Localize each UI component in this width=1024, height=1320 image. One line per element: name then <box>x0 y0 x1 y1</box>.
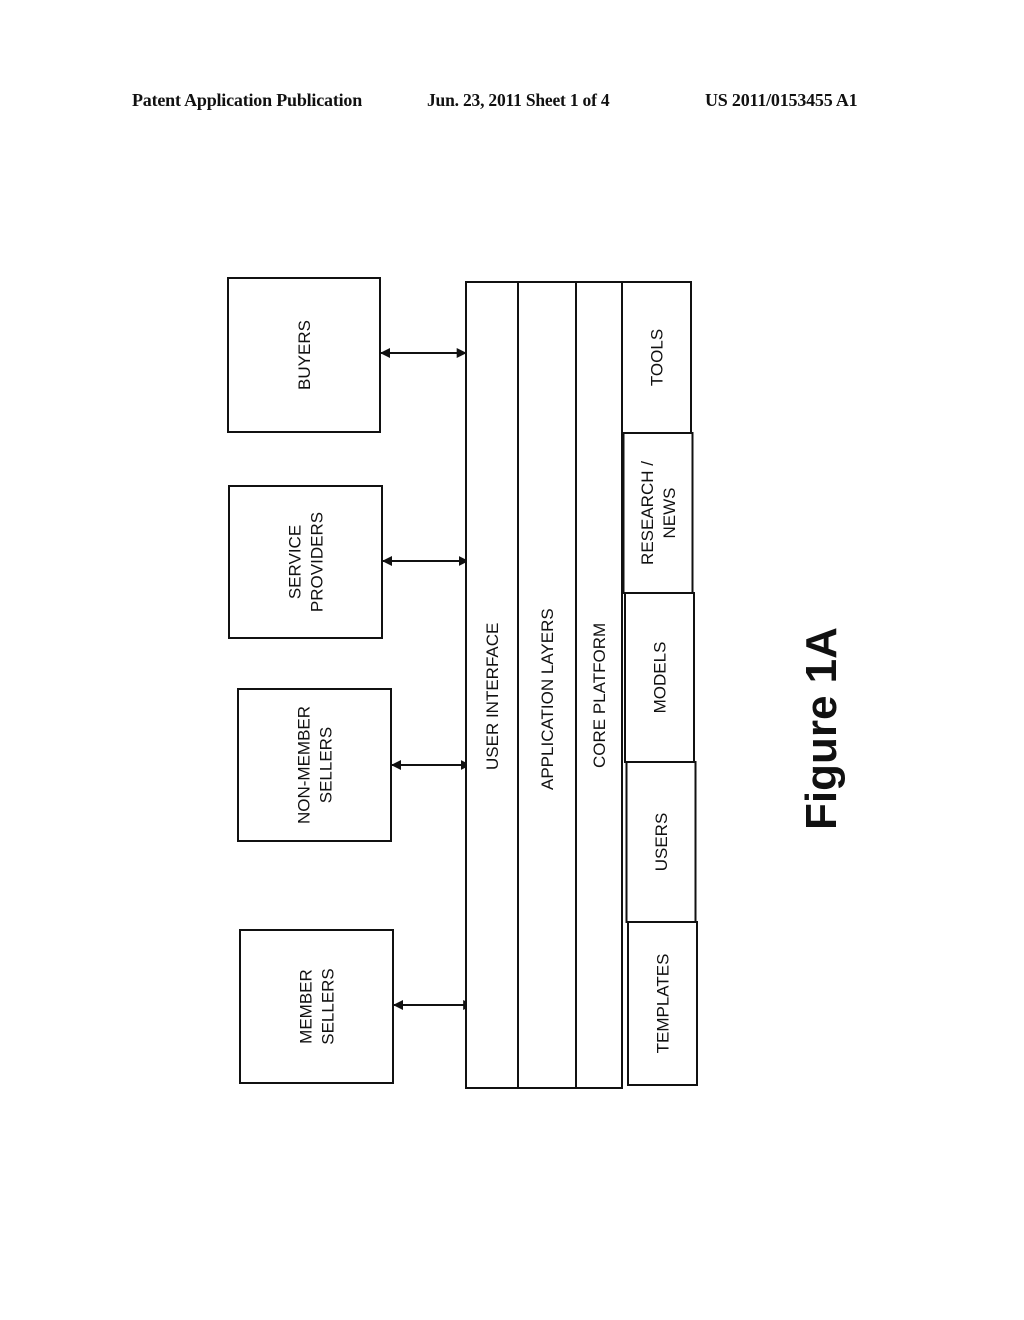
service-providers-label: PROVIDERS <box>308 512 327 612</box>
module-tools: TOOLS <box>621 281 692 434</box>
module-models: MODELS <box>624 592 695 763</box>
non-member-sellers-box <box>237 688 392 842</box>
templates-label: TEMPLATES <box>654 954 673 1054</box>
non-member-sellers-label: NON-MEMBER <box>295 706 314 824</box>
buyers-label: BUYERS <box>295 320 314 390</box>
member-sellers-label: MEMBER <box>297 969 316 1044</box>
entity-member-sellers: MEMBER SELLERS <box>239 929 394 1084</box>
research-news-box <box>622 432 694 594</box>
entity-non-member-sellers: NON-MEMBER SELLERS <box>237 688 392 842</box>
member-sellers-box <box>239 929 394 1084</box>
entity-service-providers: SERVICE PROVIDERS <box>228 485 383 639</box>
models-label: MODELS <box>651 642 670 714</box>
member-sellers-label: SELLERS <box>319 968 338 1045</box>
service-providers-label: SERVICE <box>286 525 305 599</box>
module-templates: TEMPLATES <box>627 921 698 1086</box>
module-users: USERS <box>625 761 697 923</box>
service-providers-box <box>228 485 383 639</box>
layer-user-interface-label: USER INTERFACE <box>483 623 502 770</box>
research-news-label: RESEARCH / <box>638 461 657 565</box>
layer-application-layers-label: APPLICATION LAYERS <box>538 608 557 790</box>
tools-label: TOOLS <box>648 329 667 386</box>
entity-buyers: BUYERS <box>227 277 381 433</box>
users-label: USERS <box>652 813 671 872</box>
architecture-diagram: BUYERSSERVICE PROVIDERSNON-MEMBER SELLERSM… <box>227 277 846 1089</box>
non-member-sellers-label: SELLERS <box>317 727 336 804</box>
module-research-news: RESEARCH / NEWS <box>622 432 694 594</box>
layer-core-platform-label: CORE PLATFORM <box>590 623 609 768</box>
research-news-label: NEWS <box>660 488 679 539</box>
figure-label: Figure 1A <box>797 627 846 830</box>
